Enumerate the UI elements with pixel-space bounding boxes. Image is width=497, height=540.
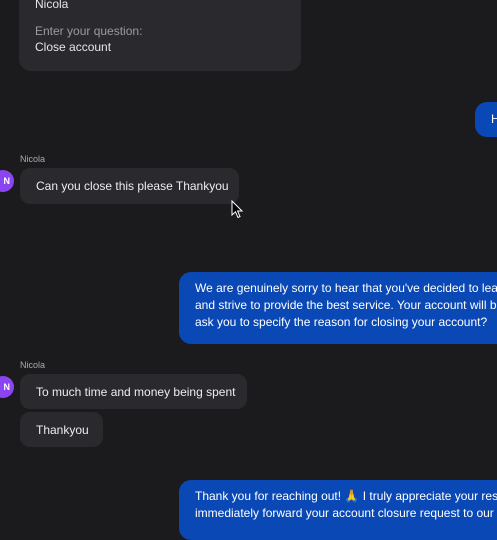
avatar-initial: N bbox=[3, 176, 11, 186]
message-sender-name: Nicola bbox=[20, 154, 46, 164]
agent-message-bubble: We are genuinely sorry to hear that you'… bbox=[179, 272, 497, 344]
agent-message-line: We are genuinely sorry to hear that you'… bbox=[195, 281, 497, 295]
user-message-text: To much time and money being spent bbox=[36, 384, 236, 399]
mouse-cursor-icon bbox=[231, 200, 244, 219]
user-message-bubble: Can you close this please Thankyou bbox=[20, 168, 239, 204]
avatar: N bbox=[0, 170, 14, 192]
agent-message-line: ask you to specify the reason for closin… bbox=[195, 315, 488, 329]
avatar: N bbox=[0, 376, 14, 398]
message-sender-name: Nicola bbox=[20, 360, 46, 370]
avatar-initial: N bbox=[3, 382, 11, 392]
pre-chat-form-card: Nicola Enter your question: Close accoun… bbox=[19, 0, 301, 71]
agent-message-bubble: Thank you for reaching out! 🙏 I truly ap… bbox=[179, 480, 497, 540]
user-message-bubble: Thankyou bbox=[20, 412, 103, 447]
agent-message-text: H bbox=[491, 112, 497, 126]
agent-message-line: immediately forward your account closure… bbox=[195, 506, 494, 520]
user-message-text: Can you close this please Thankyou bbox=[36, 179, 229, 193]
form-name-value: Nicola bbox=[35, 0, 69, 11]
agent-message-line: Thank you for reaching out! 🙏 I truly ap… bbox=[195, 489, 497, 503]
agent-message-bubble: H bbox=[475, 102, 497, 137]
agent-message-line: and strive to provide the best service. … bbox=[195, 298, 497, 312]
form-question-label: Enter your question: bbox=[35, 24, 143, 38]
user-message-bubble: To much time and money being spent bbox=[20, 374, 247, 409]
form-question-value: Close account bbox=[35, 40, 112, 54]
user-message-text: Thankyou bbox=[36, 422, 89, 437]
